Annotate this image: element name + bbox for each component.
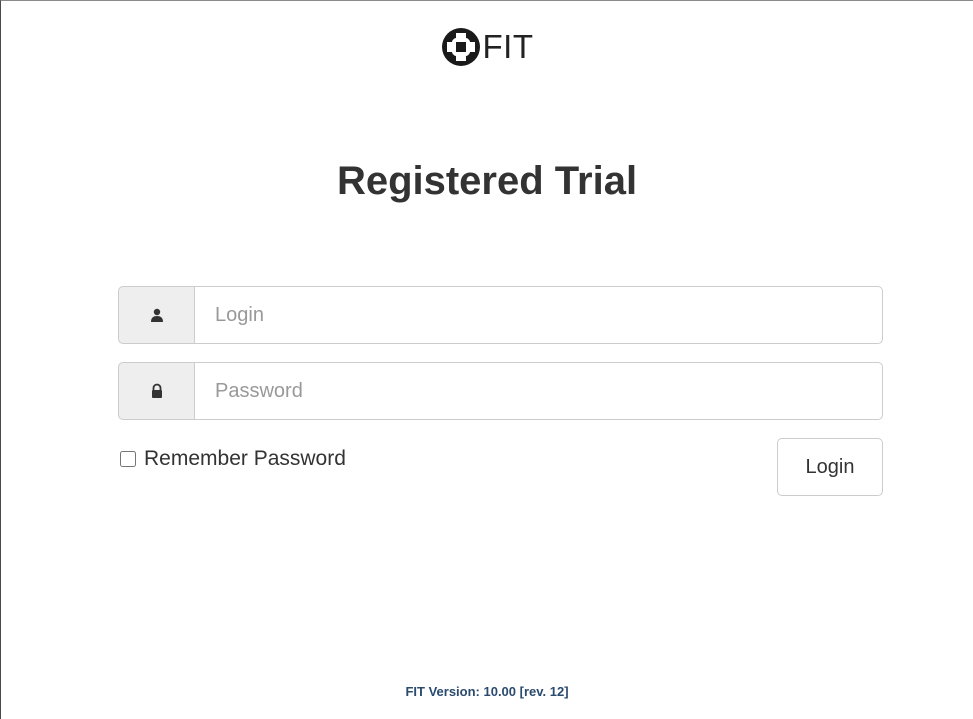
password-input-group [118, 362, 883, 420]
password-field[interactable] [194, 362, 883, 420]
version-text: FIT Version: 10.00 [rev. 12] [405, 684, 569, 699]
login-addon [118, 286, 194, 344]
login-page: FIT Registered Trial Remember [0, 0, 973, 719]
puzzle-cross-icon [441, 27, 481, 67]
password-addon [118, 362, 194, 420]
logo-text: FIT [482, 28, 534, 65]
lock-icon [149, 383, 165, 399]
login-input-group [118, 286, 883, 344]
remember-password[interactable]: Remember Password [118, 447, 346, 471]
login-button[interactable]: Login [777, 438, 883, 496]
user-icon [149, 307, 165, 323]
page-title: Registered Trial [336, 159, 638, 203]
remember-password-label: Remember Password [144, 447, 346, 470]
remember-password-checkbox[interactable] [120, 451, 136, 467]
app-logo: FIT [1, 26, 973, 68]
login-field[interactable] [194, 286, 883, 344]
